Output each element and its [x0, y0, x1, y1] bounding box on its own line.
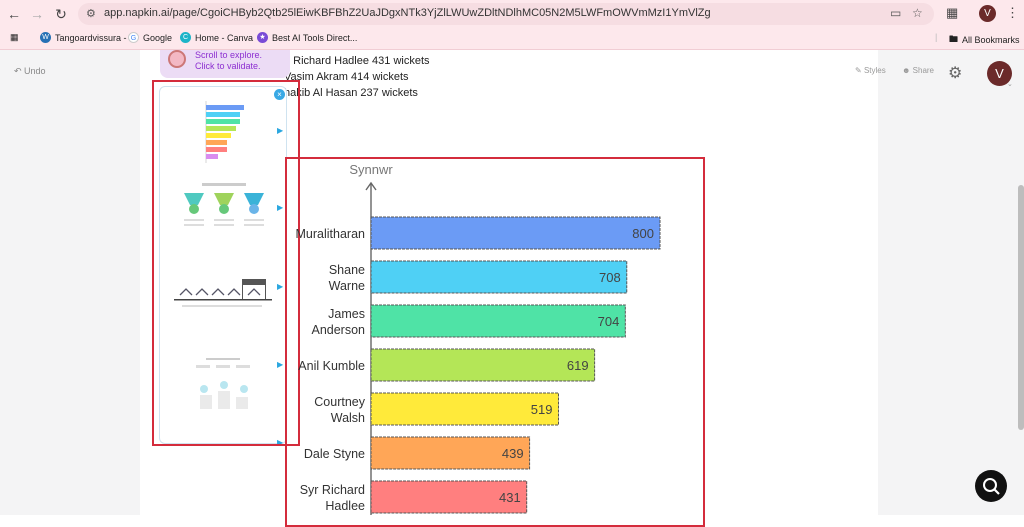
bookmarks-bar: ▦ W Tangoardvissura - G Google C Home - Can… [0, 28, 1024, 50]
reload-icon[interactable]: ↻ [52, 5, 70, 23]
picker-highlight-box [152, 80, 300, 446]
doc-text-line: hakib Al Hasan 237 wickets [284, 87, 418, 99]
forward-icon[interactable]: → [28, 5, 46, 23]
search-button[interactable] [975, 470, 1007, 502]
all-bookmarks[interactable]: 🖿 All Bookmarks [949, 32, 1020, 48]
bookmark-item[interactable]: G Google [128, 32, 172, 43]
site-info-icon[interactable]: ⚙ [86, 7, 96, 20]
bookmark-item[interactable]: C Home - Canva [180, 32, 253, 43]
url-text[interactable]: app.napkin.ai/page/CgoiCHByb2Qtb25lEiwKB… [104, 7, 711, 19]
brush-icon: ✎ [855, 66, 862, 75]
browser-toolbar: ← → ↻ ⚙ app.napkin.ai/page/CgoiCHByb2Qtb… [0, 0, 1024, 28]
search-icon [983, 478, 1000, 495]
google-icon: G [128, 32, 139, 43]
bookmarks-divider: | [935, 32, 938, 42]
extensions-icon[interactable]: ▦ [946, 5, 958, 21]
avatar-chevron-icon[interactable]: ⌄ [1007, 80, 1013, 88]
user-icon: ☻ [902, 66, 911, 75]
app-page: ↶ Undo ✎ Styles ☻ Share ⚙ V ⌄ ir Richard… [0, 50, 1024, 527]
bookmark-item[interactable]: ★ Best AI Tools Direct... [257, 32, 357, 43]
chart-highlight-box [285, 157, 705, 527]
apps-grid-icon[interactable]: ▦ [10, 32, 19, 43]
assistant-avatar [168, 50, 186, 68]
address-bar[interactable]: ⚙ app.napkin.ai/page/CgoiCHByb2Qtb25lEiw… [78, 3, 934, 25]
styles-button[interactable]: ✎ Styles [855, 66, 886, 75]
share-button[interactable]: ☻ Share [902, 66, 934, 75]
ai-tools-icon: ★ [257, 32, 268, 43]
back-icon[interactable]: ← [5, 5, 23, 23]
cast-icon[interactable]: ▭ [890, 6, 901, 20]
doc-text-line: ir Richard Hadlee 431 wickets [284, 55, 430, 67]
doc-text-line: Vasim Akram 414 wickets [284, 71, 409, 83]
bookmark-star-icon[interactable]: ☆ [912, 6, 923, 20]
profile-avatar[interactable]: V [979, 5, 996, 22]
bookmark-item[interactable]: W Tangoardvissura - [40, 32, 127, 43]
settings-gear-icon[interactable]: ⚙ [948, 63, 962, 83]
canva-icon: C [180, 32, 191, 43]
tooltip-line: Scroll to explore. [195, 50, 263, 60]
undo-button[interactable]: ↶ Undo [14, 66, 46, 77]
page-scrollbar[interactable] [1018, 185, 1024, 430]
wordpress-icon: W [40, 32, 51, 43]
tooltip-line: Click to validate. [195, 61, 261, 71]
folder-icon: 🖿 [949, 34, 959, 44]
explore-tooltip: Scroll to explore. Click to validate. [160, 50, 290, 78]
menu-icon[interactable]: ⋮ [1006, 5, 1019, 21]
